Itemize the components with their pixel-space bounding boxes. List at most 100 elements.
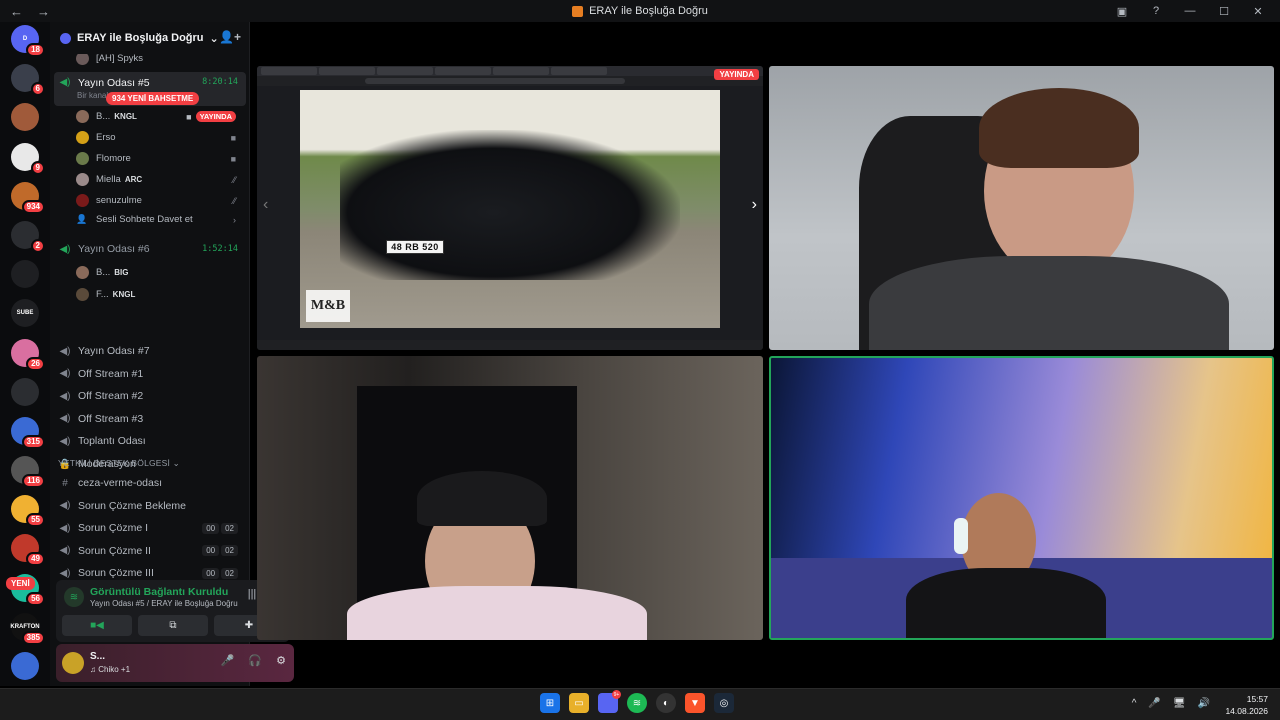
channel-voice[interactable]: ◀) Off Stream #1: [54, 365, 246, 383]
camera-tile-3-speaking[interactable]: [769, 356, 1274, 640]
signal-icon[interactable]: ≋: [64, 587, 84, 607]
channel-voice[interactable]: ◀) Off Stream #2: [54, 387, 246, 405]
server-icon[interactable]: 2: [11, 220, 45, 253]
hashtag-icon: #: [62, 477, 68, 489]
invite-to-voice[interactable]: 👤 Sesli Sohbete Davet et ›: [76, 214, 246, 225]
channel-name: Sorun Çözme Bekleme: [78, 499, 186, 512]
server-label: KRAFTON: [10, 623, 40, 630]
avatar[interactable]: [62, 652, 84, 674]
server-icon[interactable]: 26: [11, 338, 45, 371]
minimize-button[interactable]: —: [1182, 5, 1198, 17]
voice-user-name: Flomore: [96, 153, 131, 164]
guild-name: ERAY ile Boşluğa Doğru: [77, 32, 204, 44]
clock-date: 14.08.2026: [1225, 706, 1268, 716]
server-icon[interactable]: [11, 103, 39, 132]
server-icon[interactable]: D 18: [11, 25, 45, 57]
voice-user[interactable]: Miella ARC ⁄⁄: [76, 173, 246, 186]
server-icon[interactable]: [11, 260, 39, 289]
steam-icon[interactable]: ◎: [714, 693, 734, 713]
server-logo-icon: [572, 5, 584, 17]
channel-support[interactable]: ◀) Sorun Çözme II 00 02: [54, 542, 246, 560]
voice-user[interactable]: B... KNGL ■ YAYINDA: [76, 110, 246, 123]
screen-share-tile[interactable]: YAYINDA 48 RB 520 M&B ‹ ›: [257, 66, 763, 350]
server-icon[interactable]: [11, 652, 39, 680]
next-image-icon[interactable]: ›: [752, 196, 757, 214]
voice-user[interactable]: F... KNGL: [76, 288, 246, 301]
steelseries-icon[interactable]: ◐: [656, 693, 676, 713]
noise-suppression-icon[interactable]: |||: [248, 588, 257, 601]
server-mention-badge: 49: [26, 552, 45, 567]
voice-user[interactable]: B... BIG: [76, 266, 246, 279]
server-icon[interactable]: 116: [11, 456, 45, 489]
server-icon[interactable]: KRAFTON 385: [10, 612, 45, 645]
voice-status[interactable]: Görüntülü Bağlantı Kuruldu: [90, 586, 228, 598]
channel-support[interactable]: ◀) Sorun Çözme Bekleme: [54, 497, 246, 515]
window-title-text: ERAY ile Boşluğa Doğru: [589, 5, 708, 17]
channel-voice-yayin-6[interactable]: ◀) Yayın Odası #6 1:52:14: [54, 240, 246, 258]
server-icon[interactable]: SUBE: [11, 299, 39, 328]
file-explorer-icon[interactable]: ▭: [569, 693, 589, 713]
voice-user[interactable]: Erso ■: [76, 131, 246, 144]
camera-tile-1[interactable]: [769, 66, 1274, 350]
server-icon[interactable]: 55: [11, 495, 45, 528]
back-arrow-icon[interactable]: ←: [10, 4, 23, 19]
chevron-up-icon[interactable]: ^: [1132, 698, 1137, 709]
new-mentions-pill[interactable]: 934 YENİ BAHSETME: [106, 92, 200, 105]
server-icon[interactable]: 9: [11, 142, 45, 175]
channel-list: [AH] Spyks 934 YENİ BAHSETME ◀) Yayın Od…: [50, 54, 250, 602]
microphone-icon[interactable]: 🎤: [1148, 698, 1160, 709]
volume-icon[interactable]: 🔊: [1198, 698, 1210, 709]
guild-header[interactable]: ERAY ile Boşluğa Doğru ⌄ 👤+: [50, 22, 249, 54]
help-icon[interactable]: ?: [1148, 5, 1164, 17]
server-mention-badge: 2: [30, 238, 45, 253]
voice-user[interactable]: Flomore ■: [76, 152, 246, 165]
voice-user[interactable]: senuzulme ⁄⁄: [76, 194, 246, 207]
person-icon: 👤: [76, 214, 88, 224]
category-header[interactable]: YETKİLİ DESTEK BÖLGESİ ⌄: [58, 458, 180, 469]
server-icon[interactable]: 6: [11, 64, 45, 97]
inbox-icon[interactable]: ▣: [1114, 5, 1130, 18]
discord-taskbar-icon[interactable]: 9+: [598, 690, 621, 713]
avatar: [76, 194, 89, 207]
server-icon[interactable]: 934: [11, 181, 45, 214]
close-button[interactable]: ✕: [1250, 5, 1266, 18]
avatar: [76, 152, 89, 165]
headphones-icon[interactable]: 🎧: [248, 654, 262, 667]
camera-button[interactable]: ■◀: [62, 615, 132, 636]
brave-browser-icon[interactable]: ▼: [685, 693, 705, 713]
voice-location[interactable]: Yayın Odası #5 / ERAY ile Boşluğa Doğru: [90, 599, 238, 608]
speaker-icon: ◀): [59, 413, 71, 425]
windows-start-icon[interactable]: ⊞: [540, 693, 560, 713]
forward-arrow-icon[interactable]: →: [37, 4, 50, 19]
server-icon[interactable]: [11, 377, 39, 406]
voice-user[interactable]: [AH] Spyks: [76, 54, 246, 65]
channel-support[interactable]: # ceza-verme-odası: [54, 474, 246, 492]
server-icon[interactable]: 315: [11, 416, 45, 449]
invite-people-icon[interactable]: 👤+: [219, 30, 241, 44]
person-cap: [417, 471, 547, 526]
server-icon[interactable]: 49: [11, 534, 45, 567]
channel-voice[interactable]: ◀) Yayın Odası #7: [54, 342, 246, 360]
user-name[interactable]: S...: [90, 651, 105, 662]
maximize-button[interactable]: ☐: [1216, 5, 1232, 18]
network-icon[interactable]: 🖥: [1173, 698, 1186, 709]
channel-support[interactable]: ◀) Sorun Çözme I 00 02: [54, 519, 246, 537]
watermark-logo: M&B: [306, 290, 350, 322]
activities-icon: ✚: [244, 620, 254, 631]
server-mention-badge: 9: [30, 160, 45, 175]
gear-icon[interactable]: ⚙: [276, 654, 286, 667]
camera-icon: ■: [230, 132, 236, 143]
microphone-icon[interactable]: 🎤: [221, 654, 235, 667]
voice-user-name: F...: [96, 289, 109, 300]
channel-voice[interactable]: ◀) Toplantı Odası: [54, 432, 246, 450]
new-servers-pill[interactable]: YENİ: [6, 577, 35, 590]
camera-tile-2[interactable]: [257, 356, 763, 640]
channel-voice[interactable]: ◀) Off Stream #3: [54, 410, 246, 428]
clock[interactable]: 15:57 14.08.2026: [1225, 693, 1268, 717]
license-plate: 48 RB 520: [386, 240, 444, 254]
prev-image-icon[interactable]: ‹: [263, 196, 268, 214]
screen-share-button[interactable]: ⧉: [138, 615, 208, 636]
spotify-icon[interactable]: ≋: [627, 693, 647, 713]
server-mention-badge: 26: [26, 356, 45, 371]
user-count: 00: [202, 567, 220, 579]
